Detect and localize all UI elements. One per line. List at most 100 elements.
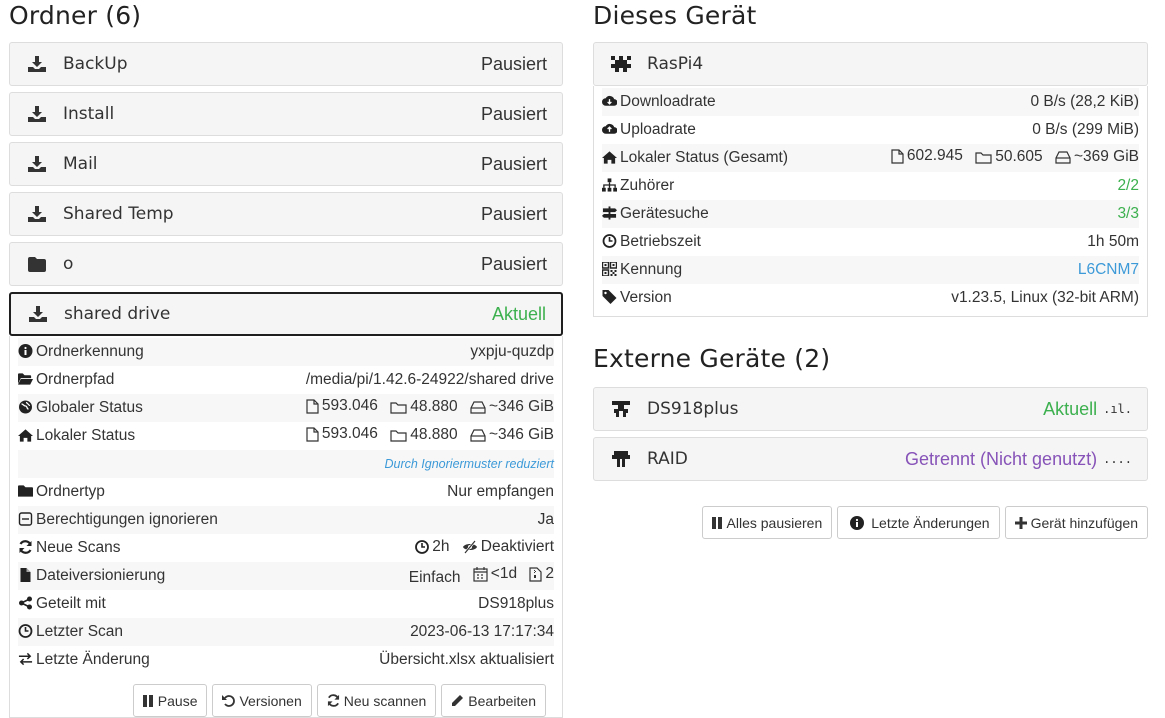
this-device-heading: Dieses Gerät	[593, 1, 757, 30]
file-archive-icon	[529, 567, 542, 582]
label: Ordnerkennung	[36, 343, 144, 360]
folder-icon	[18, 485, 33, 497]
folder-shared-temp[interactable]: Shared Temp Pausiert	[9, 192, 563, 236]
download-rate: 0 B/s (28,2 KiB)	[832, 88, 1139, 116]
sitemap-icon	[602, 178, 617, 192]
hdd-icon	[470, 401, 486, 414]
label: Uploadrate	[620, 121, 696, 138]
label: Neue Scans	[36, 539, 121, 556]
row-ignore-perms: Berechtigungen ignorieren Ja	[18, 506, 554, 534]
folder-outline-icon	[390, 430, 407, 442]
watcher-status: Deaktiviert	[480, 537, 554, 555]
folder-mail[interactable]: Mail Pausiert	[9, 142, 563, 186]
hdd-icon	[470, 429, 486, 442]
rescan-label: Neu scannen	[343, 692, 427, 709]
local-size: ~346 GiB	[488, 426, 554, 444]
eye-slash-icon	[462, 539, 477, 554]
rescan-button[interactable]: Neu scannen	[316, 684, 437, 717]
folder-status: Aktuell	[491, 303, 546, 324]
device-identicon-icon	[610, 399, 632, 419]
label: Geteilt mit	[36, 595, 106, 612]
undo-icon	[222, 695, 236, 707]
folder-outline-icon	[975, 152, 992, 164]
hdd-icon	[1055, 151, 1071, 164]
pencil-icon	[452, 695, 464, 706]
this-device-header[interactable]: RasPi4	[593, 42, 1148, 86]
signal-strength-icon: .ıl.	[1103, 402, 1132, 416]
folder-name: BackUp	[63, 54, 128, 74]
file-icon	[20, 568, 31, 582]
label: Betriebszeit	[620, 233, 701, 250]
device-status: Getrennt (Nicht genutzt)	[905, 448, 1098, 469]
refresh-icon	[327, 694, 339, 707]
clock-icon	[602, 234, 617, 248]
folder-actions: Pause Versionen Neu scannen Bearbeiten	[18, 674, 554, 717]
signal-strength-icon: ....	[1103, 452, 1132, 466]
devices-section: Dieses Gerät RasPi4 Downloadrate 0 B/s (2…	[593, 0, 1148, 539]
download-icon	[26, 204, 48, 224]
versioning-keep: 2	[545, 565, 554, 583]
device-raid[interactable]: RAID Getrennt (Nicht genutzt) ....	[593, 437, 1148, 481]
folders-section: Ordner (6) BackUp Pausiert Install Pausi…	[9, 0, 563, 718]
share-icon	[19, 596, 32, 610]
local-dirs: 48.880	[410, 426, 458, 444]
folder-name: shared drive	[64, 304, 171, 324]
refresh-icon	[19, 540, 32, 554]
global-actions: Alles pausieren Letzte Änderungen Gerät …	[593, 487, 1148, 539]
versioning-age: <1d	[490, 565, 518, 583]
global-dirs: 48.880	[410, 398, 458, 416]
folder-status: Pausiert	[480, 253, 547, 274]
row-folder-path: Ordnerpfad /media/pi/1.42.6-24922/shared…	[18, 366, 554, 394]
folder-status: Pausiert	[480, 53, 547, 74]
this-device-name: RasPi4	[647, 54, 704, 74]
folder-install[interactable]: Install Pausiert	[9, 92, 563, 136]
label: Letzte Änderung	[36, 651, 150, 668]
global-files: 593.046	[321, 397, 378, 415]
label: Zuhörer	[620, 177, 675, 194]
this-device-details: Downloadrate 0 B/s (28,2 KiB) Uploadrate 0…	[593, 86, 1148, 317]
versions-label: Versionen	[239, 692, 302, 709]
ignore-pattern-note[interactable]: Durch Ignoriermuster reduziert	[384, 457, 554, 471]
home-icon	[602, 151, 617, 164]
label: Lokaler Status	[36, 427, 136, 444]
label: Dateiversionierung	[36, 567, 166, 584]
recent-changes-button[interactable]: Letzte Änderungen	[837, 506, 1000, 539]
folder-shared-drive[interactable]: shared drive Aktuell	[9, 292, 563, 336]
last-change-value: Übersicht.xlsx aktualisiert	[379, 651, 554, 668]
versioning-type: Einfach	[408, 568, 461, 586]
device-name: RAID	[647, 449, 688, 469]
folders-heading: Ordner (6)	[9, 1, 142, 30]
shared-with-value: DS918plus	[478, 595, 554, 612]
pause-all-button[interactable]: Alles pausieren	[701, 506, 833, 539]
recent-changes-label: Letzte Änderungen	[871, 514, 990, 531]
edit-button[interactable]: Bearbeiten	[441, 684, 546, 717]
versions-button[interactable]: Versionen	[212, 684, 312, 717]
device-id-link[interactable]: L6CNM7	[832, 256, 1139, 284]
folder-details: Ordnerkennung yxpju-quzdp Ordnerpfad /me…	[9, 336, 563, 718]
row-folder-type: Ordnertyp Nur empfangen	[18, 478, 554, 506]
row-versioning: Dateiversionierung Einfach <1d 2	[18, 562, 554, 590]
pause-all-label: Alles pausieren	[726, 514, 823, 531]
file-icon	[891, 149, 904, 164]
add-device-button[interactable]: Gerät hinzufügen	[1004, 506, 1148, 539]
folder-backup[interactable]: BackUp Pausiert	[9, 42, 563, 86]
clock-icon	[415, 539, 430, 554]
device-ds918plus[interactable]: DS918plus Aktuell .ıl.	[593, 387, 1148, 431]
device-status: Aktuell	[1043, 398, 1098, 419]
tag-icon	[602, 290, 617, 304]
ignore-perms-value: Ja	[257, 506, 554, 534]
row-global-status: Globaler Status 593.046 48.880 ~346 GiB	[18, 394, 554, 422]
file-icon	[306, 399, 319, 414]
info-circle-icon	[850, 515, 865, 530]
pause-button[interactable]: Pause	[132, 684, 208, 717]
listeners-value[interactable]: 2/2	[832, 172, 1139, 200]
clock-icon	[18, 624, 33, 638]
discovery-value[interactable]: 3/3	[832, 200, 1139, 228]
edit-label: Bearbeiten	[468, 692, 536, 709]
label: Berechtigungen ignorieren	[36, 511, 218, 528]
folder-o[interactable]: o Pausiert	[9, 242, 563, 286]
remote-devices-heading: Externe Geräte (2)	[593, 344, 831, 373]
folder-name: o	[63, 254, 74, 274]
label: Globaler Status	[36, 399, 143, 416]
row-folder-id: Ordnerkennung yxpju-quzdp	[18, 338, 554, 366]
